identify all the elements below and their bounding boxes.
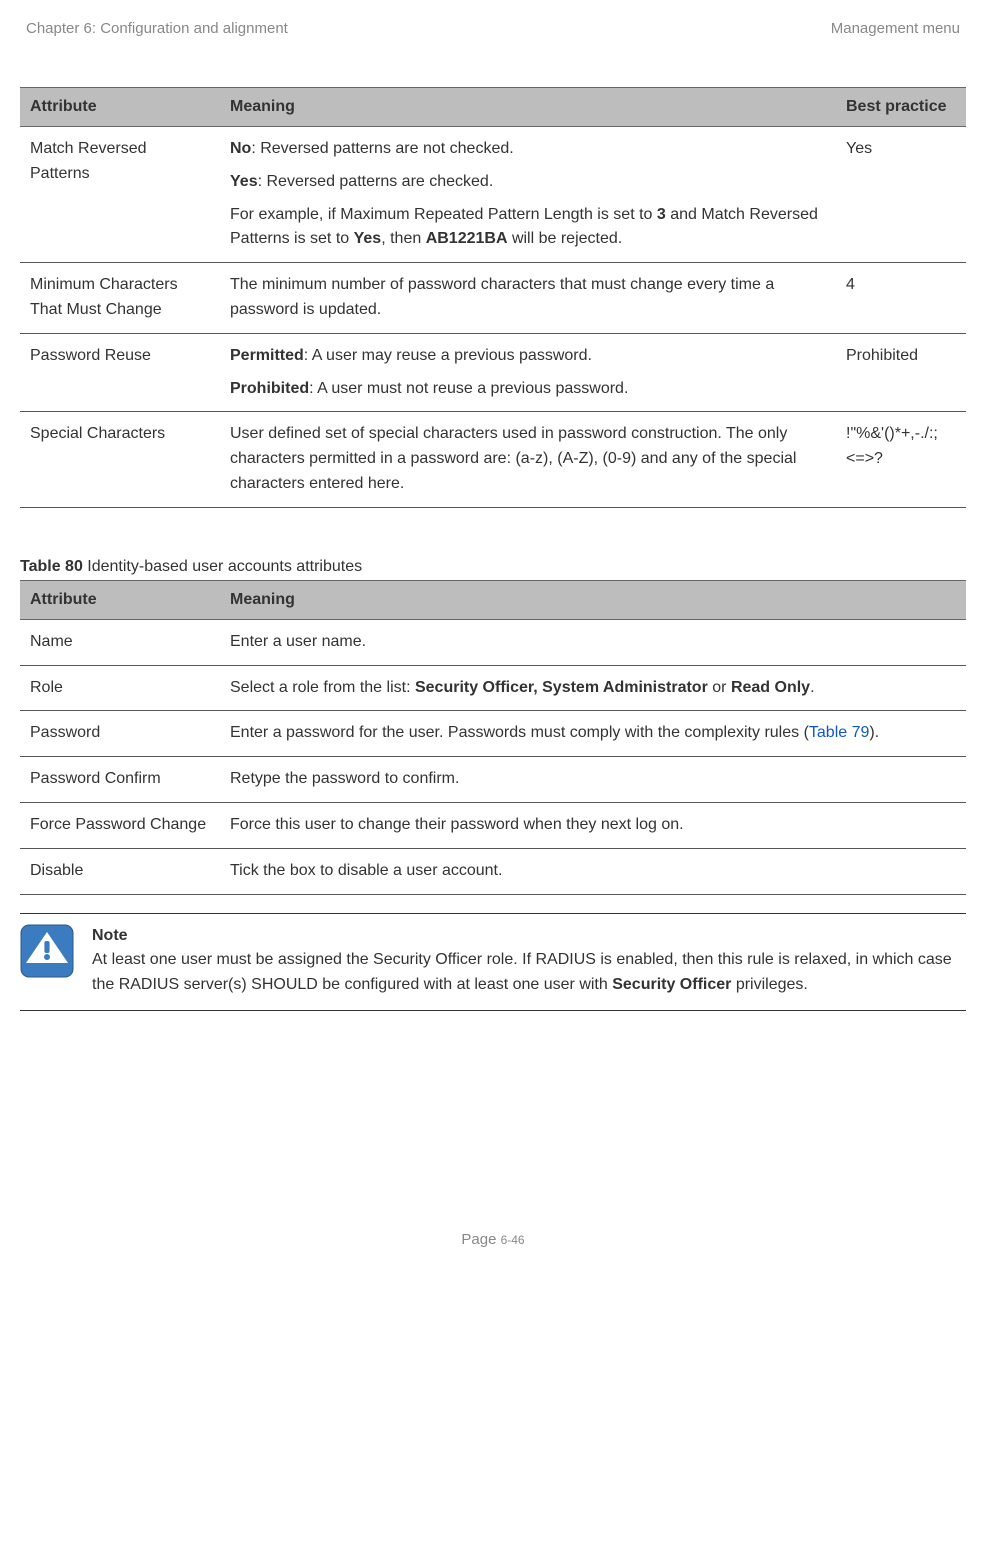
cell-best-practice: Prohibited (836, 333, 966, 412)
th-meaning: Meaning (220, 580, 966, 619)
table-row: Force Password Change Force this user to… (20, 802, 966, 848)
bold-text: AB1221BA (426, 230, 508, 247)
bold-text: Read Only (731, 679, 810, 696)
cell-attribute: Password Confirm (20, 757, 220, 803)
table-row: Password Reuse Permitted: A user may reu… (20, 333, 966, 412)
cell-attribute: Minimum Characters That Must Change (20, 263, 220, 334)
th-best-practice: Best practice (836, 88, 966, 127)
bold-text: No (230, 140, 251, 157)
th-attribute: Attribute (20, 580, 220, 619)
table-80-caption: Table 80 Identity-based user accounts at… (20, 558, 966, 576)
cell-meaning: User defined set of special characters u… (220, 412, 836, 507)
page-footer: Page 6-46 (20, 1231, 966, 1248)
page-header: Chapter 6: Configuration and alignment M… (20, 20, 966, 87)
caption-text: Identity-based user accounts attributes (83, 558, 362, 575)
cell-attribute: Role (20, 665, 220, 711)
bold-text: Security Officer, System Administrator (415, 679, 708, 696)
cell-attribute: Password (20, 711, 220, 757)
text: Select a role from the list: (230, 679, 415, 696)
th-meaning: Meaning (220, 88, 836, 127)
note-text: At least one user must be assigned the S… (92, 951, 952, 993)
note-info-icon (20, 924, 74, 978)
cell-meaning: Enter a password for the user. Passwords… (220, 711, 966, 757)
cell-attribute: Password Reuse (20, 333, 220, 412)
cell-best-practice: Yes (836, 127, 966, 263)
table-row: Disable Tick the box to disable a user a… (20, 848, 966, 894)
text: For example, if Maximum Repeated Pattern… (230, 206, 657, 223)
header-right: Management menu (831, 20, 960, 37)
bold-text: Security Officer (612, 976, 731, 993)
table-row: Minimum Characters That Must Change The … (20, 263, 966, 334)
caption-label: Table 80 (20, 558, 83, 575)
text: , then (381, 230, 425, 247)
link-table-79[interactable]: Table 79 (809, 724, 870, 741)
bold-text: 3 (657, 206, 666, 223)
text: : A user must not reuse a previous passw… (309, 380, 628, 397)
cell-attribute: Name (20, 619, 220, 665)
text: : A user may reuse a previous password. (304, 347, 592, 364)
text: . (810, 679, 814, 696)
text: ). (869, 724, 879, 741)
cell-best-practice: 4 (836, 263, 966, 334)
note-title: Note (92, 927, 128, 944)
table-79-continuation: Attribute Meaning Best practice Match Re… (20, 87, 966, 508)
header-left: Chapter 6: Configuration and alignment (26, 20, 288, 37)
cell-meaning: Select a role from the list: Security Of… (220, 665, 966, 711)
text: will be rejected. (508, 230, 623, 247)
note-block: Note At least one user must be assigned … (20, 913, 966, 1011)
bold-text: Permitted (230, 347, 304, 364)
table-row: Role Select a role from the list: Securi… (20, 665, 966, 711)
table-row: Match Reversed Patterns No: Reversed pat… (20, 127, 966, 263)
cell-meaning: The minimum number of password character… (220, 263, 836, 334)
th-attribute: Attribute (20, 88, 220, 127)
cell-meaning: Force this user to change their password… (220, 802, 966, 848)
cell-meaning: Permitted: A user may reuse a previous p… (220, 333, 836, 412)
table-80: Attribute Meaning Name Enter a user name… (20, 580, 966, 895)
table-row: Name Enter a user name. (20, 619, 966, 665)
cell-best-practice: !"%&'()*+,-./:;<=>? (836, 412, 966, 507)
cell-attribute: Force Password Change (20, 802, 220, 848)
bold-text: Yes (354, 230, 382, 247)
table-row: Password Confirm Retype the password to … (20, 757, 966, 803)
cell-attribute: Disable (20, 848, 220, 894)
table-row: Special Characters User defined set of s… (20, 412, 966, 507)
footer-page-label: Page (461, 1231, 500, 1248)
text: : Reversed patterns are not checked. (251, 140, 513, 157)
cell-meaning: Tick the box to disable a user account. (220, 848, 966, 894)
text: or (708, 679, 731, 696)
note-text: privileges. (731, 976, 807, 993)
cell-meaning: Enter a user name. (220, 619, 966, 665)
cell-meaning: No: Reversed patterns are not checked. Y… (220, 127, 836, 263)
bold-text: Yes (230, 173, 258, 190)
cell-attribute: Match Reversed Patterns (20, 127, 220, 263)
footer-page-number: 6-46 (501, 1233, 525, 1247)
bold-text: Prohibited (230, 380, 309, 397)
note-content: Note At least one user must be assigned … (92, 924, 966, 998)
cell-meaning: Retype the password to confirm. (220, 757, 966, 803)
table-row: Password Enter a password for the user. … (20, 711, 966, 757)
text: : Reversed patterns are checked. (258, 173, 494, 190)
cell-attribute: Special Characters (20, 412, 220, 507)
text: Enter a password for the user. Passwords… (230, 724, 809, 741)
